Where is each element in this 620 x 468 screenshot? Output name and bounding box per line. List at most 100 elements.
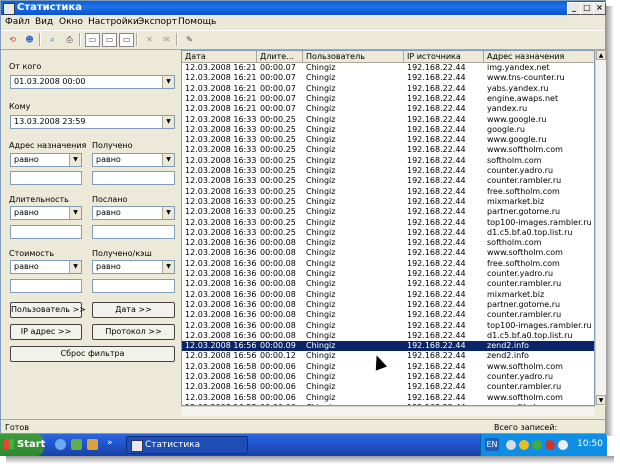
menu-file[interactable]: Файл — [5, 17, 30, 27]
column-header-source-ip[interactable]: IP источника — [404, 51, 484, 62]
table-row[interactable]: 12.03.2008 16:21 00:00.07 Chingiz 192.168.2… — [182, 73, 594, 83]
table-row[interactable]: 12.03.2008 16:33 00:00.25 Chingiz 192.168.2… — [182, 187, 594, 197]
table-row[interactable]: 12.03.2008 16:33 00:00.25 Chingiz 192.168.2… — [182, 145, 594, 155]
minimize-button[interactable]: _ — [567, 2, 581, 15]
chevron-down-icon[interactable]: ▼ — [162, 76, 174, 88]
chevron-down-icon[interactable]: ▼ — [162, 116, 174, 128]
table-row[interactable]: 12.03.2008 16:36 00:00.08 Chingiz 192.168.2… — [182, 331, 594, 341]
table-row[interactable]: 12.03.2008 16:33 00:00.25 Chingiz 192.168.2… — [182, 207, 594, 217]
table-row[interactable]: 12.03.2008 16:33 00:00.25 Chingiz 192.168.2… — [182, 197, 594, 207]
table-row[interactable]: 12.03.2008 16:21 00:00.07 Chingiz 192.168.2… — [182, 104, 594, 114]
column-header-user[interactable]: Пользователь — [303, 51, 404, 62]
table-row[interactable]: 12.03.2008 16:5800:00.06 Chingiz 192.168.2… — [182, 382, 594, 392]
cache-value-input[interactable] — [92, 279, 175, 293]
network-icon[interactable] — [506, 440, 516, 450]
cache-operator-select[interactable]: равно ▼ — [92, 260, 175, 274]
date-filter-button[interactable]: Дата >> — [92, 302, 175, 318]
table-row[interactable]: 12.03.2008 16:36 00:00.08 Chingiz 192.168.2… — [182, 321, 594, 331]
taskbar-app-button[interactable]: Статистика — [126, 436, 248, 454]
table-row[interactable]: 12.03.2008 16:21 00:00.07 Chingiz 192.168.2… — [182, 84, 594, 94]
vertical-scrollbar[interactable]: ▲ ▼ — [595, 50, 606, 406]
chevron-down-icon[interactable]: ▼ — [162, 261, 174, 273]
ie-icon[interactable] — [55, 439, 66, 450]
cost-operator-select[interactable]: равно ▼ — [10, 260, 82, 274]
reset-filter-button[interactable]: Сброс фильтра — [10, 346, 175, 362]
table-row[interactable]: 12.03.2008 16:33 00:00.25 Chingiz 192.168.2… — [182, 135, 594, 145]
table-row[interactable]: 12.03.2008 16:36 00:00.08 Chingiz 192.168.2… — [182, 259, 594, 269]
from-date-field[interactable]: 01.03.2008 00:00 ▼ — [10, 75, 175, 89]
media-icon[interactable] — [87, 439, 98, 450]
table-row[interactable]: 12.03.2008 16:36 00:00.08 Chingiz 192.168.2… — [182, 248, 594, 258]
chevron-down-icon[interactable]: ▼ — [162, 154, 174, 166]
horizontal-scrollbar[interactable] — [181, 406, 595, 416]
table-row[interactable]: 12.03.2008 16:56 00:00.12 Chingiz 192.168.2… — [182, 351, 594, 361]
chevron-down-icon[interactable]: ▼ — [69, 154, 81, 166]
table-row[interactable]: 12.03.2008 16:36 00:00.08 Chingiz 192.168.2… — [182, 238, 594, 248]
menu-view[interactable]: Вид — [35, 17, 53, 27]
view-icon-1[interactable]: ▭ — [85, 33, 100, 47]
chevron-down-icon[interactable]: ▼ — [69, 207, 81, 219]
table-row[interactable]: 12.03.2008 16:36 00:00.08 Chingiz 192.168.2… — [182, 269, 594, 279]
table-row[interactable]: 12.03.2008 16:33 00:00.25 Chingiz 192.168.2… — [182, 176, 594, 186]
table-row[interactable]: 12.03.2008 16:33 00:00.25 Chingiz 192.168.2… — [182, 166, 594, 176]
chevron-down-icon[interactable]: ▼ — [69, 261, 81, 273]
menu-help[interactable]: Помощь — [178, 17, 216, 27]
maximize-button[interactable]: □ — [580, 2, 594, 15]
desktop-icon[interactable] — [71, 439, 82, 450]
column-header-date[interactable]: Дата — [182, 51, 257, 62]
table-row[interactable]: 12.03.2008 16:56 00:00.09 Chingiz 192.168.2… — [182, 341, 594, 352]
records-table[interactable]: Дата Длите... Пользователь IP источника … — [181, 50, 595, 406]
view-icon-3[interactable]: ▭ — [119, 33, 134, 47]
table-row[interactable]: 12.03.2008 16:5800:00.06 Chingiz 192.168.2… — [182, 393, 594, 403]
duration-operator-select[interactable]: равно ▼ — [10, 206, 82, 220]
print-icon[interactable]: ⎙ — [62, 33, 77, 47]
chevron-down-icon[interactable]: ▼ — [162, 207, 174, 219]
table-row[interactable]: 12.03.2008 16:33 00:00.25 Chingiz 192.168.2… — [182, 156, 594, 166]
users-icon[interactable]: ☻ — [22, 33, 37, 47]
refresh-icon[interactable]: ⟲ — [5, 33, 20, 47]
table-row[interactable]: 12.03.2008 16:21 00:00.07 Chingiz 192.168.2… — [182, 94, 594, 104]
table-row[interactable]: 12.03.2008 16:5800:00.06 Chingiz 192.168.2… — [182, 372, 594, 382]
sent-value-input[interactable] — [92, 225, 175, 239]
table-row[interactable]: 12.03.2008 16:36 00:00.08 Chingiz 192.168.2… — [182, 290, 594, 300]
scroll-down-icon[interactable]: ▼ — [596, 395, 606, 405]
cost-value-input[interactable] — [10, 279, 82, 293]
dest-operator-select[interactable]: равно ▼ — [10, 153, 82, 167]
language-indicator[interactable]: EN — [485, 438, 499, 451]
received-value-input[interactable] — [92, 171, 175, 185]
table-row[interactable]: 12.03.2008 16:33 00:00.25 Chingiz 192.168.2… — [182, 115, 594, 125]
title-bar[interactable]: Статистика _ □ × — [1, 1, 606, 15]
table-row[interactable]: 12.03.2008 16:36 00:00.08 Chingiz 192.168.2… — [182, 300, 594, 310]
view-icon-2[interactable]: ▭ — [102, 33, 117, 47]
table-row[interactable]: 12.03.2008 16:21 00:00.07 Chingiz 192.168.2… — [182, 63, 594, 73]
sent-operator-select[interactable]: равно ▼ — [92, 206, 175, 220]
to-date-field[interactable]: 13.03.2008 23:59 ▼ — [10, 115, 175, 129]
close-button[interactable]: × — [593, 2, 606, 15]
start-button[interactable]: Start — [0, 434, 45, 456]
table-row[interactable]: 12.03.2008 16:33 00:00.25 Chingiz 192.168.2… — [182, 125, 594, 135]
column-header-destination[interactable]: Адрес назначения — [484, 51, 594, 62]
shield-icon[interactable] — [519, 440, 529, 450]
protocol-filter-button[interactable]: Протокол >> — [92, 324, 175, 340]
find-icon[interactable]: ⌕ — [45, 33, 60, 47]
menu-settings[interactable]: Настройки — [88, 17, 139, 27]
table-row[interactable]: 12.03.2008 16:36 00:00.08 Chingiz 192.168.2… — [182, 310, 594, 320]
received-operator-select[interactable]: равно ▼ — [92, 153, 175, 167]
ip-filter-button[interactable]: IP адрес >> — [10, 324, 82, 340]
volume-icon[interactable] — [558, 440, 568, 450]
dest-value-input[interactable] — [10, 171, 82, 185]
scroll-up-icon[interactable]: ▲ — [596, 50, 606, 60]
table-row[interactable]: 12.03.2008 16:33 00:00.25 Chingiz 192.168.2… — [182, 218, 594, 228]
more-icon[interactable]: » — [107, 438, 113, 449]
column-header-duration[interactable]: Длите... — [257, 51, 303, 62]
user-filter-button[interactable]: Пользователь >> — [10, 302, 86, 318]
antivirus-icon[interactable] — [532, 440, 542, 450]
table-row[interactable]: 12.03.2008 16:36 00:00.08 Chingiz 192.168.2… — [182, 279, 594, 289]
table-row[interactable]: 12.03.2008 16:33 00:00.25 Chingiz 192.168.2… — [182, 228, 594, 238]
menu-window[interactable]: Окно — [59, 17, 83, 27]
delete-icon[interactable]: ✕ — [142, 33, 157, 47]
menu-export[interactable]: Экспорт — [138, 17, 177, 27]
alert-icon[interactable] — [545, 440, 555, 450]
edit-icon[interactable]: ✎ — [182, 33, 197, 47]
duration-value-input[interactable] — [10, 225, 82, 239]
